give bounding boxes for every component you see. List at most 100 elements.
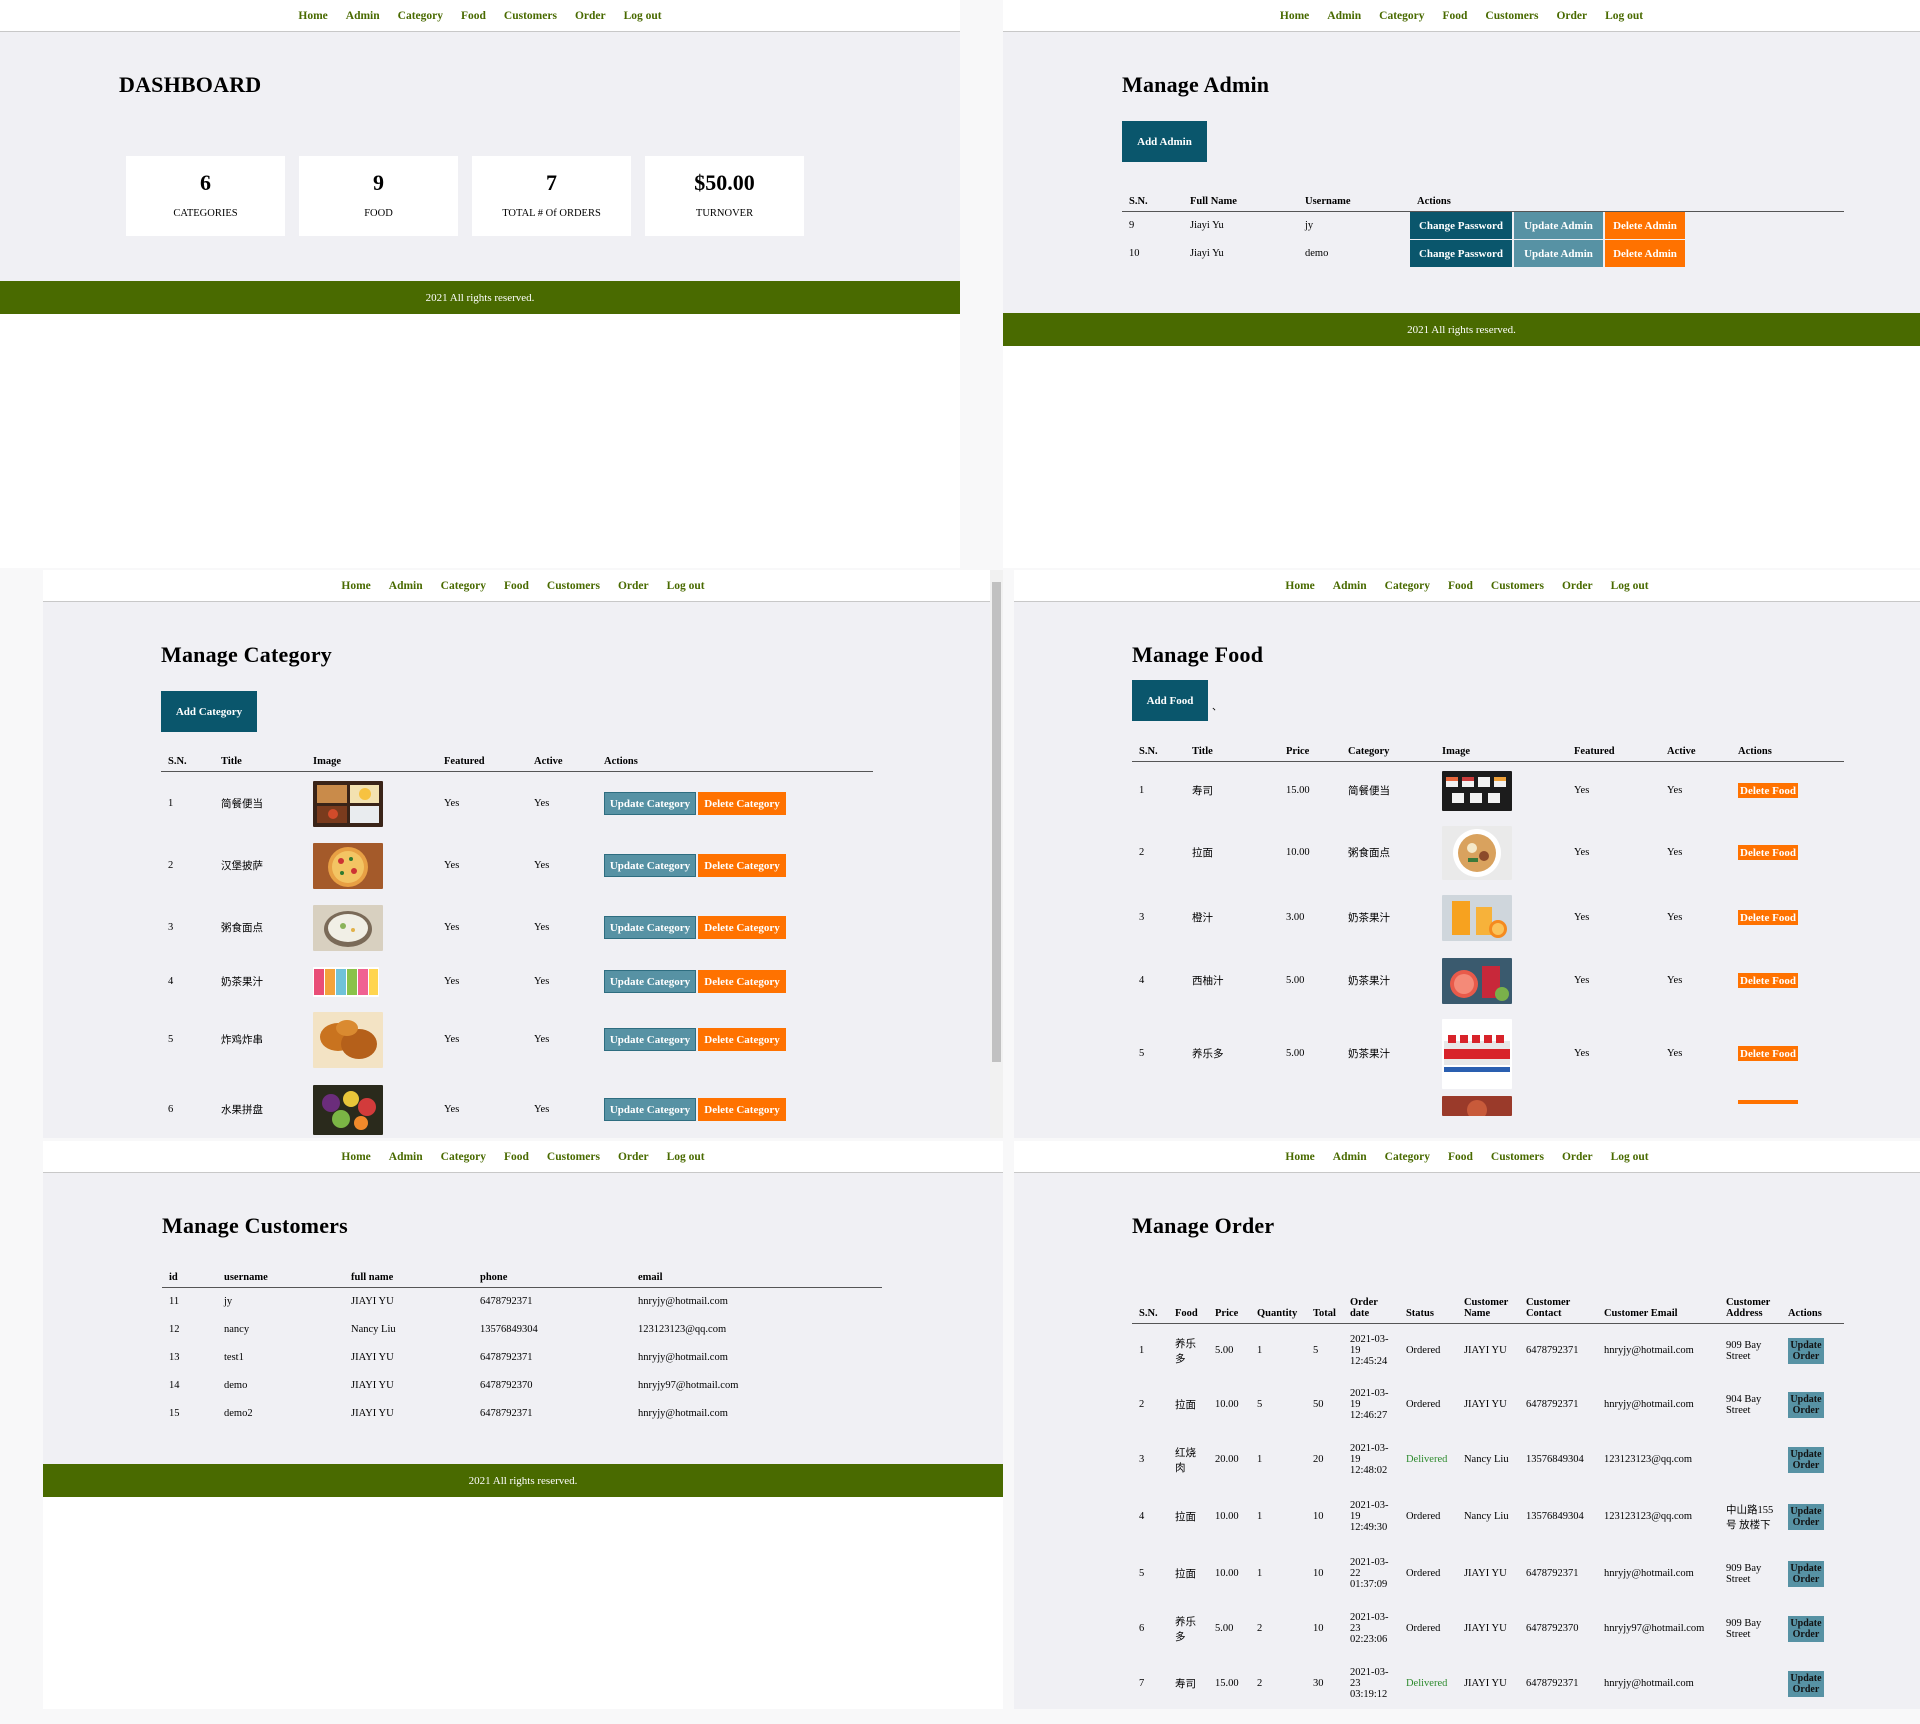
- change-password-button[interactable]: Change Password: [1410, 212, 1512, 240]
- nav-food[interactable]: Food: [461, 10, 486, 22]
- nav-order[interactable]: Order: [1562, 1151, 1593, 1163]
- cell-sn: 4: [1139, 975, 1145, 986]
- delete-category-button[interactable]: Delete Category: [698, 1098, 786, 1121]
- delete-admin-button[interactable]: Delete Admin: [1605, 212, 1685, 240]
- cell-image: [306, 772, 437, 836]
- delete-category-button[interactable]: Delete Category: [698, 854, 786, 877]
- cell-actions: Delete Food: [1731, 1012, 1844, 1096]
- table-row: 2 拉面 10.00 5 50 2021-03-19 12:46:27 Orde…: [1132, 1378, 1844, 1432]
- col-sn: S.N.: [1122, 192, 1183, 212]
- nav-customers[interactable]: Customers: [547, 580, 600, 592]
- delete-category-button[interactable]: Delete Category: [698, 970, 786, 993]
- update-order-button[interactable]: Update Order: [1787, 1670, 1824, 1697]
- update-category-button[interactable]: Update Category: [604, 792, 696, 816]
- cell-status: Ordered: [1405, 1399, 1441, 1410]
- add-food-button[interactable]: Add Food: [1132, 680, 1208, 721]
- update-admin-button[interactable]: Update Admin: [1514, 240, 1603, 267]
- nav-customers[interactable]: Customers: [547, 1151, 600, 1163]
- nav-admin[interactable]: Admin: [1333, 580, 1367, 592]
- delete-food-button[interactable]: Delete Food: [1738, 783, 1798, 799]
- delete-admin-button[interactable]: Delete Admin: [1605, 240, 1685, 267]
- cell-actions: Delete Food: [1731, 820, 1844, 886]
- nav-home[interactable]: Home: [298, 10, 327, 22]
- nav-logout[interactable]: Log out: [1611, 1151, 1649, 1163]
- delete-food-button[interactable]: Delete Food: [1738, 1046, 1798, 1061]
- nav-admin[interactable]: Admin: [389, 1151, 423, 1163]
- nav-logout[interactable]: Log out: [1611, 580, 1649, 592]
- nav-customers[interactable]: Customers: [1491, 580, 1544, 592]
- cell-featured: Yes: [444, 798, 460, 810]
- nav-category[interactable]: Category: [441, 580, 486, 592]
- table-row: 5 炸鸡炸串 Yes Yes Update Category Delete Cat…: [161, 1004, 873, 1076]
- nav-food[interactable]: Food: [504, 1151, 529, 1163]
- update-category-button[interactable]: Update Category: [604, 916, 696, 939]
- delete-category-button[interactable]: Delete Category: [698, 1028, 786, 1051]
- nav-admin[interactable]: Admin: [1327, 10, 1361, 22]
- nav-admin[interactable]: Admin: [1333, 1151, 1367, 1163]
- delete-food-button[interactable]: Delete Food: [1738, 845, 1798, 860]
- nav-home[interactable]: Home: [341, 1151, 370, 1163]
- scrollbar[interactable]: [990, 570, 1003, 1138]
- nav-category[interactable]: Category: [398, 10, 443, 22]
- nav-food[interactable]: Food: [504, 580, 529, 592]
- nav-food[interactable]: Food: [1448, 1151, 1473, 1163]
- nav-category[interactable]: Category: [1379, 10, 1424, 22]
- nav-order[interactable]: Order: [618, 580, 649, 592]
- cell-quantity: 1: [1257, 1568, 1263, 1579]
- delete-category-button[interactable]: Delete Category: [698, 916, 786, 939]
- update-admin-button[interactable]: Update Admin: [1514, 212, 1603, 240]
- nav-food[interactable]: Food: [1442, 10, 1467, 22]
- delete-food-button[interactable]: Delete Food: [1738, 910, 1798, 925]
- nav-home[interactable]: Home: [1285, 580, 1314, 592]
- update-order-button[interactable]: Update Order: [1787, 1391, 1824, 1418]
- nav-logout[interactable]: Log out: [624, 10, 662, 22]
- nav-logout[interactable]: Log out: [667, 580, 705, 592]
- nav-logout[interactable]: Log out: [1605, 10, 1643, 22]
- nav-customers[interactable]: Customers: [1485, 10, 1538, 22]
- cell-customer-email: hnryjy@hotmail.com: [1603, 1399, 1694, 1410]
- nav-customers[interactable]: Customers: [504, 10, 557, 22]
- nav-order[interactable]: Order: [618, 1151, 649, 1163]
- nav-category[interactable]: Category: [1385, 1151, 1430, 1163]
- cell-full-name: Nancy Liu: [351, 1324, 396, 1335]
- cell-actions: Delete Food: [1731, 886, 1844, 950]
- nav-order[interactable]: Order: [1562, 580, 1593, 592]
- col-total: Total: [1306, 1293, 1343, 1324]
- update-order-button[interactable]: Update Order: [1787, 1446, 1824, 1473]
- update-category-button[interactable]: Update Category: [604, 854, 696, 877]
- update-order-button[interactable]: Update Order: [1787, 1503, 1824, 1530]
- nav-home[interactable]: Home: [1285, 1151, 1314, 1163]
- nav-food[interactable]: Food: [1448, 580, 1473, 592]
- cell-customer-name: Nancy Liu: [1463, 1511, 1509, 1522]
- cell-title: 西柚汁: [1192, 976, 1224, 987]
- scrollbar-thumb[interactable]: [992, 582, 1001, 1062]
- cell-active: Yes: [1667, 847, 1683, 858]
- nav-admin[interactable]: Admin: [389, 580, 423, 592]
- delete-food-button[interactable]: Delete Food: [1738, 973, 1798, 988]
- nav-category[interactable]: Category: [1385, 580, 1430, 592]
- update-order-button[interactable]: Update Order: [1787, 1337, 1824, 1364]
- add-category-button[interactable]: Add Category: [161, 691, 257, 732]
- delete-food-button-partial[interactable]: [1738, 1099, 1798, 1104]
- cell-active: Yes: [1667, 975, 1683, 986]
- update-order-button[interactable]: Update Order: [1787, 1615, 1824, 1642]
- col-title: Title: [214, 752, 306, 772]
- nav-home[interactable]: Home: [1280, 10, 1309, 22]
- update-order-button[interactable]: Update Order: [1787, 1560, 1824, 1587]
- nav-home[interactable]: Home: [341, 580, 370, 592]
- update-category-button[interactable]: Update Category: [604, 970, 696, 993]
- delete-category-button[interactable]: Delete Category: [698, 792, 786, 816]
- cell-title: 粥食面点: [221, 923, 263, 934]
- update-category-button[interactable]: Update Category: [604, 1098, 696, 1121]
- add-admin-button[interactable]: Add Admin: [1122, 121, 1207, 162]
- cell-image: [1435, 762, 1567, 820]
- cell-image: [306, 896, 437, 960]
- change-password-button[interactable]: Change Password: [1410, 240, 1512, 267]
- nav-order[interactable]: Order: [575, 10, 606, 22]
- nav-order[interactable]: Order: [1556, 10, 1587, 22]
- nav-customers[interactable]: Customers: [1491, 1151, 1544, 1163]
- nav-admin[interactable]: Admin: [346, 10, 380, 22]
- nav-logout[interactable]: Log out: [667, 1151, 705, 1163]
- update-category-button[interactable]: Update Category: [604, 1028, 696, 1051]
- nav-category[interactable]: Category: [441, 1151, 486, 1163]
